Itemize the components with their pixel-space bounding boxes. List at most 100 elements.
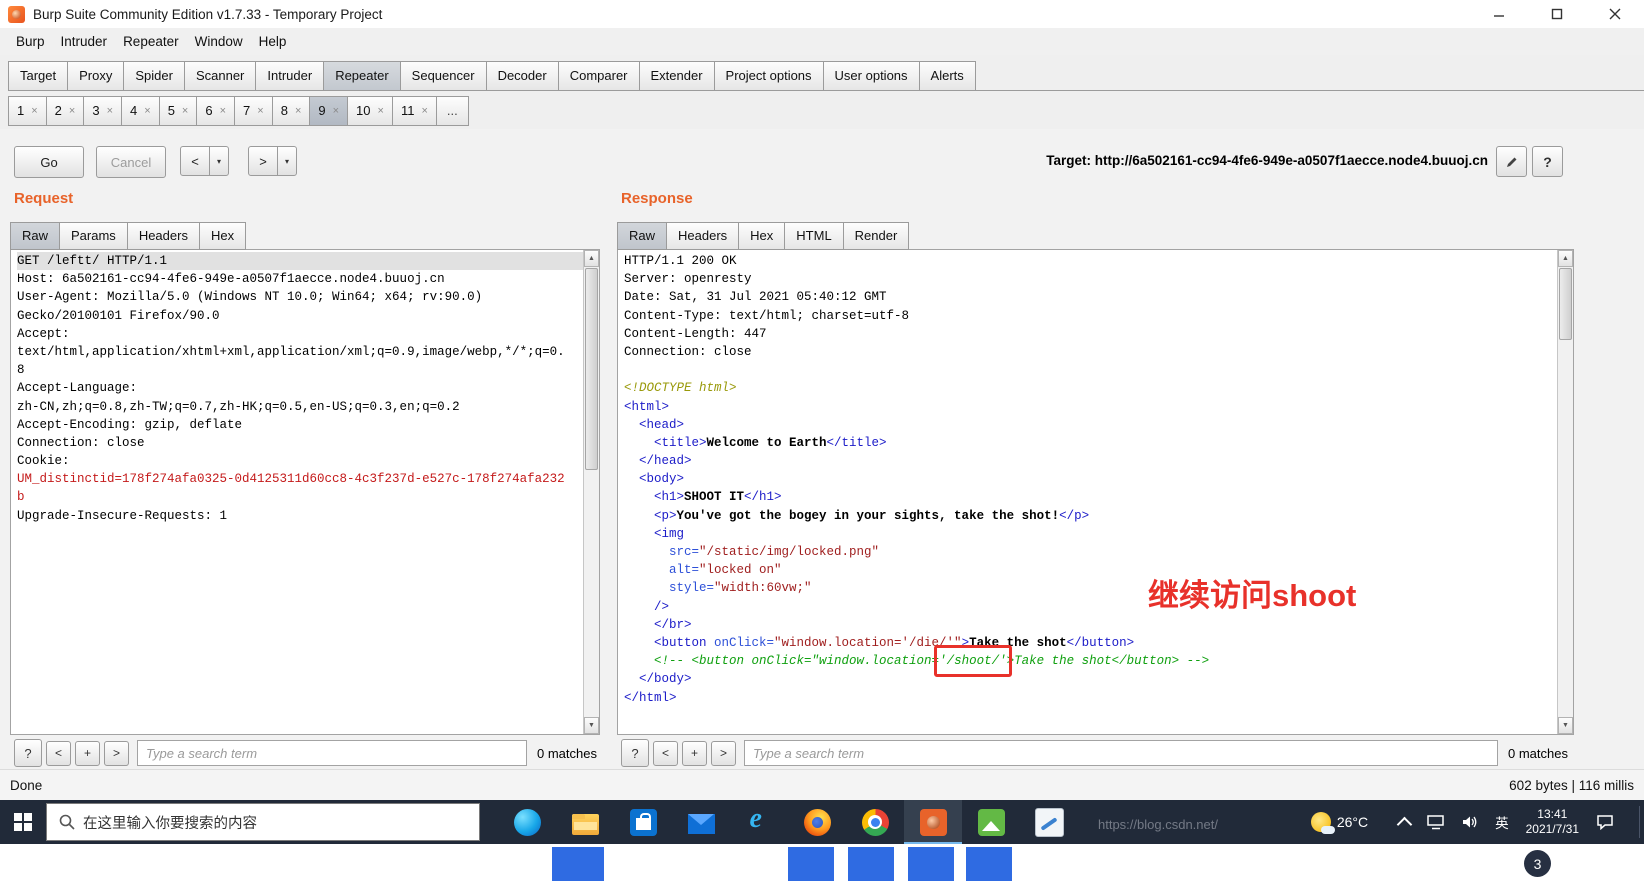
- chevron-down-icon[interactable]: ▾: [209, 147, 228, 175]
- action-center-icon[interactable]: [1596, 814, 1614, 830]
- close-button[interactable]: [1586, 0, 1644, 28]
- taskbar-search-box[interactable]: 在这里输入你要搜索的内容: [46, 803, 480, 841]
- response-raw-text[interactable]: HTTP/1.1 200 OK Server: openresty Date: Sa…: [618, 252, 1557, 734]
- close-tab-icon[interactable]: ×: [378, 105, 384, 117]
- search-help-button[interactable]: ?: [621, 739, 649, 767]
- repeater-session-tab-11[interactable]: 11 ×: [391, 96, 437, 126]
- repeater-session-tab-9[interactable]: 9 ×: [309, 96, 349, 126]
- input-language-indicator[interactable]: 英: [1495, 812, 1509, 832]
- weather-widget[interactable]: 26°C: [1310, 812, 1368, 834]
- start-button[interactable]: [0, 800, 46, 844]
- response-scrollbar[interactable]: [1557, 250, 1573, 734]
- search-help-button[interactable]: ?: [14, 739, 42, 767]
- search-add-button[interactable]: +: [682, 740, 707, 766]
- tab-extender[interactable]: Extender: [638, 61, 715, 90]
- scroll-down-icon[interactable]: [1558, 717, 1573, 734]
- search-next-button[interactable]: >: [711, 740, 736, 766]
- search-prev-button[interactable]: <: [653, 740, 678, 766]
- response-tab-raw[interactable]: Raw: [617, 222, 668, 250]
- tab-repeater[interactable]: Repeater: [323, 61, 401, 90]
- response-tab-render[interactable]: Render: [842, 222, 910, 250]
- close-tab-icon[interactable]: ×: [182, 105, 188, 117]
- response-tab-headers[interactable]: Headers: [666, 222, 740, 250]
- notepad-taskbar-icon[interactable]: [1020, 800, 1078, 844]
- close-tab-icon[interactable]: ×: [257, 105, 263, 117]
- tab-proxy[interactable]: Proxy: [67, 61, 125, 90]
- forward-arrow-icon[interactable]: >: [249, 147, 277, 175]
- taskbar-clock[interactable]: 13:41 2021/7/31: [1526, 807, 1579, 837]
- file-explorer-taskbar-icon[interactable]: [556, 800, 614, 844]
- repeater-session-tab-8[interactable]: 8 ×: [271, 96, 311, 126]
- repeater-session-tab-7[interactable]: 7 ×: [234, 96, 273, 126]
- request-tab-params[interactable]: Params: [59, 222, 128, 250]
- tab-target[interactable]: Target: [8, 61, 69, 90]
- repeater-session-tab-6[interactable]: 6 ×: [196, 96, 236, 126]
- request-tab-raw[interactable]: Raw: [10, 222, 61, 250]
- notification-badge[interactable]: 3: [1524, 850, 1551, 877]
- request-scrollbar[interactable]: [583, 250, 599, 734]
- edge-taskbar-icon[interactable]: [498, 800, 556, 844]
- request-raw-text[interactable]: GET /leftt/ HTTP/1.1 Host: 6a502161-cc94-…: [11, 252, 583, 734]
- search-prev-button[interactable]: <: [46, 740, 71, 766]
- scroll-down-icon[interactable]: [584, 717, 599, 734]
- scrollbar-thumb[interactable]: [1559, 268, 1572, 340]
- repeater-session-tab-1[interactable]: 1 ×: [8, 96, 47, 126]
- response-search-input[interactable]: [744, 740, 1498, 766]
- close-tab-icon[interactable]: ×: [333, 105, 339, 117]
- store-taskbar-icon[interactable]: [614, 800, 672, 844]
- repeater-session-tab-4[interactable]: 4 ×: [121, 96, 160, 126]
- request-search-input[interactable]: [137, 740, 527, 766]
- cancel-button[interactable]: Cancel: [96, 146, 166, 178]
- close-tab-icon[interactable]: ×: [421, 105, 427, 117]
- repeater-session-tab-10[interactable]: 10 ×: [347, 96, 393, 126]
- search-next-button[interactable]: >: [104, 740, 129, 766]
- show-desktop-button[interactable]: [1639, 806, 1644, 838]
- minimize-button[interactable]: [1470, 0, 1528, 28]
- tab-user-options[interactable]: User options: [822, 61, 920, 90]
- mail-taskbar-icon[interactable]: [672, 800, 730, 844]
- go-button[interactable]: Go: [14, 146, 84, 178]
- tray-expand-icon[interactable]: [1396, 816, 1413, 832]
- session-tab-overflow[interactable]: ...: [435, 96, 469, 126]
- request-tab-headers[interactable]: Headers: [126, 222, 200, 250]
- firefox-taskbar-icon[interactable]: [788, 800, 846, 844]
- burp-taskbar-icon[interactable]: [904, 800, 962, 844]
- tab-spider[interactable]: Spider: [123, 61, 185, 90]
- repeater-session-tab-5[interactable]: 5 ×: [158, 96, 198, 126]
- network-icon[interactable]: [1427, 814, 1445, 830]
- repeater-session-tab-2[interactable]: 2 ×: [45, 96, 85, 126]
- chevron-down-icon[interactable]: ▾: [277, 147, 296, 175]
- repeater-help-button[interactable]: ?: [1532, 146, 1563, 177]
- menu-item-window[interactable]: Window: [187, 34, 251, 49]
- close-tab-icon[interactable]: ×: [107, 105, 113, 117]
- chrome-taskbar-icon[interactable]: [846, 800, 904, 844]
- menu-item-repeater[interactable]: Repeater: [115, 34, 187, 49]
- menu-item-intruder[interactable]: Intruder: [53, 34, 116, 49]
- image-viewer-taskbar-icon[interactable]: [962, 800, 1020, 844]
- tab-project-options[interactable]: Project options: [713, 61, 824, 90]
- edit-target-button[interactable]: [1496, 146, 1527, 177]
- response-editor[interactable]: HTTP/1.1 200 OK Server: openresty Date: Sa…: [617, 249, 1574, 735]
- previous-request-button[interactable]: < ▾: [180, 146, 229, 176]
- request-tab-hex[interactable]: Hex: [198, 222, 247, 250]
- scroll-up-icon[interactable]: [1558, 250, 1573, 267]
- back-arrow-icon[interactable]: <: [181, 147, 209, 175]
- response-tab-hex[interactable]: Hex: [738, 222, 786, 250]
- close-tab-icon[interactable]: ×: [220, 105, 226, 117]
- scroll-up-icon[interactable]: [584, 250, 599, 267]
- close-tab-icon[interactable]: ×: [295, 105, 301, 117]
- tab-comparer[interactable]: Comparer: [557, 61, 640, 90]
- close-tab-icon[interactable]: ×: [31, 105, 37, 117]
- close-tab-icon[interactable]: ×: [69, 105, 75, 117]
- tab-decoder[interactable]: Decoder: [485, 61, 559, 90]
- request-editor[interactable]: GET /leftt/ HTTP/1.1 Host: 6a502161-cc94-…: [10, 249, 600, 735]
- tab-alerts[interactable]: Alerts: [918, 61, 976, 90]
- search-add-button[interactable]: +: [75, 740, 100, 766]
- volume-icon[interactable]: [1462, 815, 1478, 829]
- menu-item-burp[interactable]: Burp: [8, 34, 53, 49]
- repeater-session-tab-3[interactable]: 3 ×: [83, 96, 123, 126]
- menu-item-help[interactable]: Help: [251, 34, 295, 49]
- tab-intruder[interactable]: Intruder: [255, 61, 325, 90]
- close-tab-icon[interactable]: ×: [144, 105, 150, 117]
- response-tab-html[interactable]: HTML: [784, 222, 844, 250]
